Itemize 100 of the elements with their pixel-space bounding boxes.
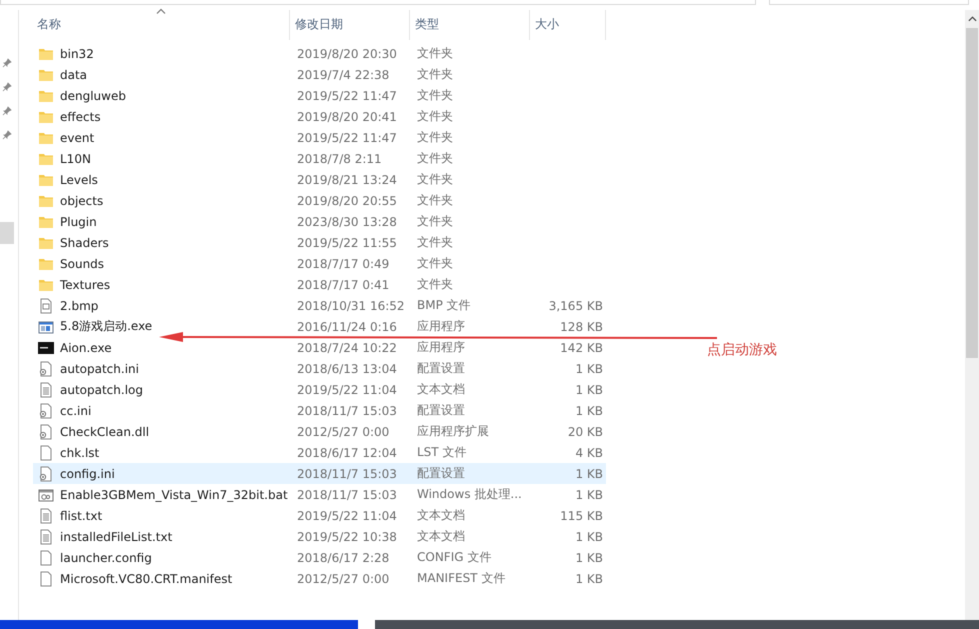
file-row[interactable]: objects 2019/8/20 20:55 文件夹 <box>33 190 606 211</box>
file-type: LST 文件 <box>416 444 468 461</box>
file-row[interactable]: Textures 2018/7/17 0:41 文件夹 <box>33 274 606 295</box>
file-row[interactable]: data 2019/7/4 22:38 文件夹 <box>33 64 606 85</box>
file-name: dengluweb <box>60 88 126 102</box>
scrollbar-thumb[interactable] <box>966 28 978 358</box>
file-size: 128 KB <box>559 320 603 334</box>
file-row[interactable]: effects 2019/8/20 20:41 文件夹 <box>33 106 606 127</box>
text-file-icon <box>38 528 54 544</box>
file-row[interactable]: bin32 2019/8/20 20:30 文件夹 <box>33 43 606 64</box>
modified-date: 2018/7/17 0:41 <box>296 278 390 292</box>
file-row[interactable]: config.ini 2018/11/7 15:03 配置设置 1 KB <box>33 463 606 484</box>
modified-date: 2023/8/30 13:28 <box>296 214 398 228</box>
file-row[interactable]: Levels 2019/8/21 13:24 文件夹 <box>33 169 606 190</box>
column-header[interactable]: 名称 <box>33 10 290 40</box>
file-row[interactable]: event 2019/5/22 11:47 文件夹 <box>33 127 606 148</box>
file-size: 1 KB <box>574 382 603 396</box>
file-row[interactable]: Sounds 2018/7/17 0:49 文件夹 <box>33 253 606 274</box>
modified-date: 2018/11/7 15:03 <box>296 488 398 502</box>
settings-file-icon <box>38 424 54 440</box>
file-type: 文件夹 <box>416 171 454 188</box>
modified-date: 2019/5/22 11:04 <box>296 382 398 396</box>
file-name: Plugin <box>60 214 97 228</box>
modified-date: 2019/8/20 20:30 <box>296 46 398 60</box>
file-type: 应用程序 <box>416 339 466 356</box>
file-size: 3,165 KB <box>548 298 603 312</box>
file-row[interactable]: cc.ini 2018/11/7 15:03 配置设置 1 KB <box>33 400 606 421</box>
file-row[interactable]: launcher.config 2018/6/17 2:28 CONFIG 文件 1 KB <box>33 547 606 568</box>
file-row[interactable]: autopatch.log 2019/5/22 11:04 文本文档 1 KB <box>33 379 606 400</box>
scroll-up-icon[interactable] <box>968 16 976 22</box>
file-type: CONFIG 文件 <box>416 549 492 566</box>
settings-file-icon <box>38 466 54 482</box>
file-row[interactable]: 2.bmp 2018/10/31 16:52 BMP 文件 3,165 KB <box>33 295 606 316</box>
file-row[interactable]: Plugin 2023/8/30 13:28 文件夹 <box>33 211 606 232</box>
file-row[interactable]: Enable3GBMem_Vista_Win7_32bit.bat 2018/11/7 15:03 Windows 批处理... 1 KB <box>33 484 606 505</box>
modified-date: 2019/5/22 11:55 <box>296 236 398 250</box>
modified-date: 2018/7/17 0:49 <box>296 256 390 270</box>
modified-date: 2012/5/27 0:00 <box>296 572 390 586</box>
file-size: 4 KB <box>574 446 603 460</box>
vertical-scrollbar[interactable] <box>965 10 979 620</box>
pin-icon[interactable] <box>2 130 12 140</box>
file-row[interactable]: flist.txt 2019/5/22 11:04 文本文档 115 KB <box>33 505 606 526</box>
column-header[interactable]: 类型 <box>410 10 530 40</box>
column-header[interactable]: 修改日期 <box>290 10 410 40</box>
file-row[interactable]: autopatch.ini 2018/6/13 13:04 配置设置 1 KB <box>33 358 606 379</box>
file-icon <box>38 444 54 460</box>
file-name: Textures <box>60 278 110 292</box>
file-size: 142 KB <box>559 340 603 354</box>
file-row[interactable]: L10N 2018/7/8 2:11 文件夹 <box>33 148 606 169</box>
column-header[interactable]: 大小 <box>530 10 606 40</box>
file-size: 1 KB <box>574 404 603 418</box>
file-row[interactable]: Microsoft.VC80.CRT.manifest 2012/5/27 0:00 MANIFEST 文件 1 KB <box>33 568 606 589</box>
file-row[interactable]: CheckClean.dll 2012/5/27 0:00 应用程序扩展 20 KB <box>33 421 606 442</box>
file-name: flist.txt <box>60 508 102 522</box>
file-row[interactable]: installedFileList.txt 2019/5/22 10:38 文本文档 1 KB <box>33 526 606 547</box>
pin-icon[interactable] <box>2 58 12 68</box>
batch-file-icon <box>38 486 54 502</box>
file-type: 文件夹 <box>416 213 454 230</box>
file-row[interactable]: chk.lst 2018/6/17 12:04 LST 文件 4 KB <box>33 442 606 463</box>
file-name: launcher.config <box>60 550 152 564</box>
modified-date: 2019/5/22 10:38 <box>296 530 398 544</box>
file-row[interactable]: dengluweb 2019/5/22 11:47 文件夹 <box>33 85 606 106</box>
file-name: bin32 <box>60 46 94 60</box>
file-type: 文件夹 <box>416 45 454 62</box>
file-size: 1 KB <box>574 488 603 502</box>
file-size: 1 KB <box>574 362 603 376</box>
file-name: event <box>60 130 94 144</box>
file-type: 文件夹 <box>416 192 454 209</box>
modified-date: 2018/6/17 12:04 <box>296 446 398 460</box>
file-type: 文本文档 <box>416 381 466 398</box>
modified-date: 2019/5/22 11:04 <box>296 508 398 522</box>
file-name: objects <box>60 194 104 208</box>
modified-date: 2018/11/7 15:03 <box>296 466 398 480</box>
application-icon <box>38 318 54 334</box>
modified-date: 2019/8/21 13:24 <box>296 172 398 186</box>
file-name: Levels <box>60 172 98 186</box>
text-file-icon <box>38 382 54 398</box>
file-type: 配置设置 <box>416 402 466 419</box>
file-name: config.ini <box>60 466 115 480</box>
modified-date: 2018/6/13 13:04 <box>296 362 398 376</box>
modified-date: 2019/7/4 22:38 <box>296 68 390 82</box>
file-type: 配置设置 <box>416 465 466 482</box>
file-type: Windows 批处理... <box>416 486 523 503</box>
settings-file-icon <box>38 360 54 376</box>
file-row[interactable]: Shaders 2019/5/22 11:55 文件夹 <box>33 232 606 253</box>
file-row[interactable]: Aion.exe 2018/7/24 10:22 应用程序 142 KB <box>33 337 606 358</box>
modified-date: 2019/8/20 20:41 <box>296 110 398 124</box>
image-file-icon <box>38 298 54 314</box>
file-name: effects <box>60 110 101 124</box>
modified-date: 2016/11/24 0:16 <box>296 320 398 334</box>
pin-icon[interactable] <box>2 82 12 92</box>
file-size: 1 KB <box>574 572 603 586</box>
file-type: BMP 文件 <box>416 297 472 314</box>
file-type: 文件夹 <box>416 234 454 251</box>
file-name: autopatch.ini <box>60 362 139 376</box>
pin-icon[interactable] <box>2 106 12 116</box>
file-size: 20 KB <box>566 424 603 438</box>
modified-date: 2018/6/17 2:28 <box>296 550 390 564</box>
file-type: 文件夹 <box>416 66 454 83</box>
file-row[interactable]: 5.8游戏启动.exe 2016/11/24 0:16 应用程序 128 KB <box>33 316 606 337</box>
